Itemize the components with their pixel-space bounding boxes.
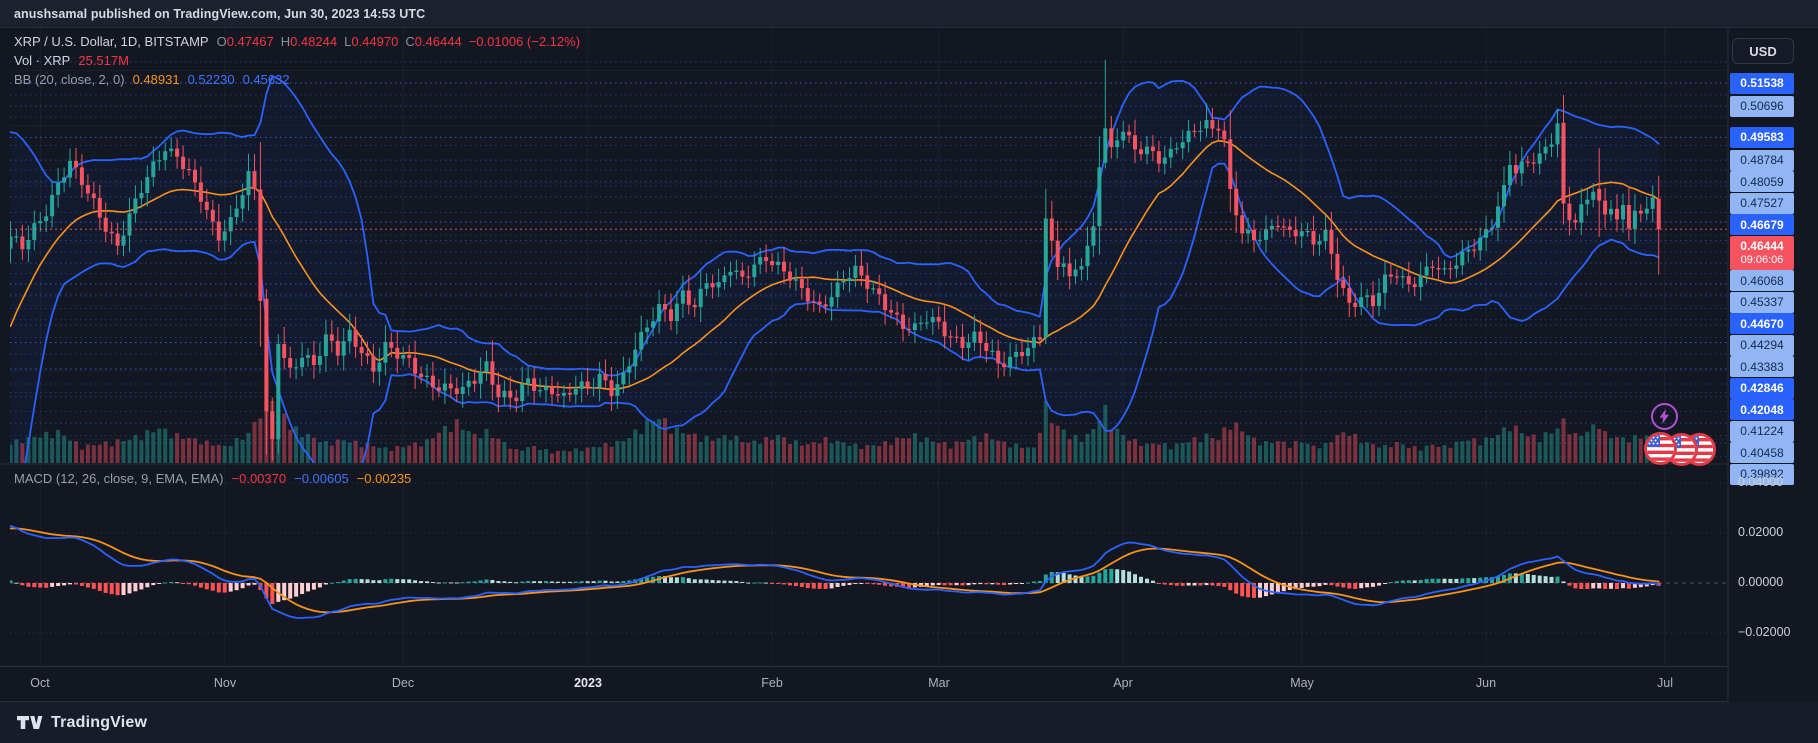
time-axis-label-May: May [1290,676,1314,690]
ohlc-values: O0.47467 H0.48244 L0.44970 C0.46444 −0.0… [217,34,580,49]
macd-scale-label: 0.02000 [1738,525,1783,539]
time-axis[interactable]: Oct Nov Dec 2023 Feb Mar Apr May Jun Jul [0,666,1728,702]
volume-value: 25.517M [78,53,129,68]
low-value: 0.44970 [351,34,398,49]
us-flag-reaction-icon-1[interactable] [1644,432,1677,465]
symbol-legend-row: XRP / U.S. Dollar, 1D, BITSTAMP O0.47467… [14,34,580,49]
macd-scale-label: 0.00000 [1738,575,1783,589]
macd-legend-row: MACD (12, 26, close, 9, EMA, EMA) −0.003… [14,471,411,486]
open-value: 0.47467 [227,34,274,49]
bb-legend-row: BB (20, close, 2, 0) 0.48931 0.52230 0.4… [14,72,580,87]
bb-label[interactable]: BB (20, close, 2, 0) [14,72,125,87]
time-axis-label-Nov: Nov [214,676,236,690]
time-axis-label-Jun: Jun [1476,676,1496,690]
publish-header: anushsamal published on TradingView.com,… [0,0,1818,28]
macd-scale-label: 0.04000 [1738,475,1783,489]
high-value: 0.48244 [290,34,337,49]
footer: TradingView [0,702,1818,743]
time-axis-label-Dec: Dec [392,676,414,690]
boost-lightning-icon[interactable] [1651,403,1678,430]
volume-legend-row: Vol · XRP 25.517M [14,53,580,68]
macd-label[interactable]: MACD (12, 26, close, 9, EMA, EMA) [14,471,224,486]
time-axis-label-Apr: Apr [1113,676,1132,690]
currency-toggle-button[interactable]: USD [1732,38,1794,64]
macd-hist-value: −0.00370 [232,471,287,486]
tradingview-wordmark[interactable]: TradingView [51,714,147,732]
change-value: −0.01006 (−2.12%) [469,34,580,49]
macd-signal-value: −0.00235 [357,471,412,486]
tradingview-logo-icon[interactable] [16,714,43,731]
bb-basis-value: 0.48931 [133,72,180,87]
time-axis-label-2023: 2023 [574,676,602,690]
time-axis-label-Jul: Jul [1657,676,1673,690]
chart-canvas[interactable] [0,28,1818,703]
time-axis-label-Mar: Mar [928,676,950,690]
symbol-title[interactable]: XRP / U.S. Dollar, 1D, BITSTAMP [14,34,209,49]
close-value: 0.46444 [415,34,462,49]
volume-label[interactable]: Vol · XRP [14,53,70,68]
time-axis-label-Feb: Feb [761,676,783,690]
time-axis-label-Oct: Oct [30,676,49,690]
bb-lower-value: 0.45632 [243,72,290,87]
macd-line-value: −0.00605 [294,471,349,486]
chart-legend: XRP / U.S. Dollar, 1D, BITSTAMP O0.47467… [14,34,580,87]
macd-scale[interactable]: 0.04000 0.02000 0.00000 −0.02000 [1729,28,1818,702]
publish-header-text: anushsamal published on TradingView.com,… [14,7,425,21]
macd-scale-label: −0.02000 [1738,625,1790,639]
tradingview-published-chart: anushsamal published on TradingView.com,… [0,0,1818,743]
bb-upper-value: 0.52230 [188,72,235,87]
